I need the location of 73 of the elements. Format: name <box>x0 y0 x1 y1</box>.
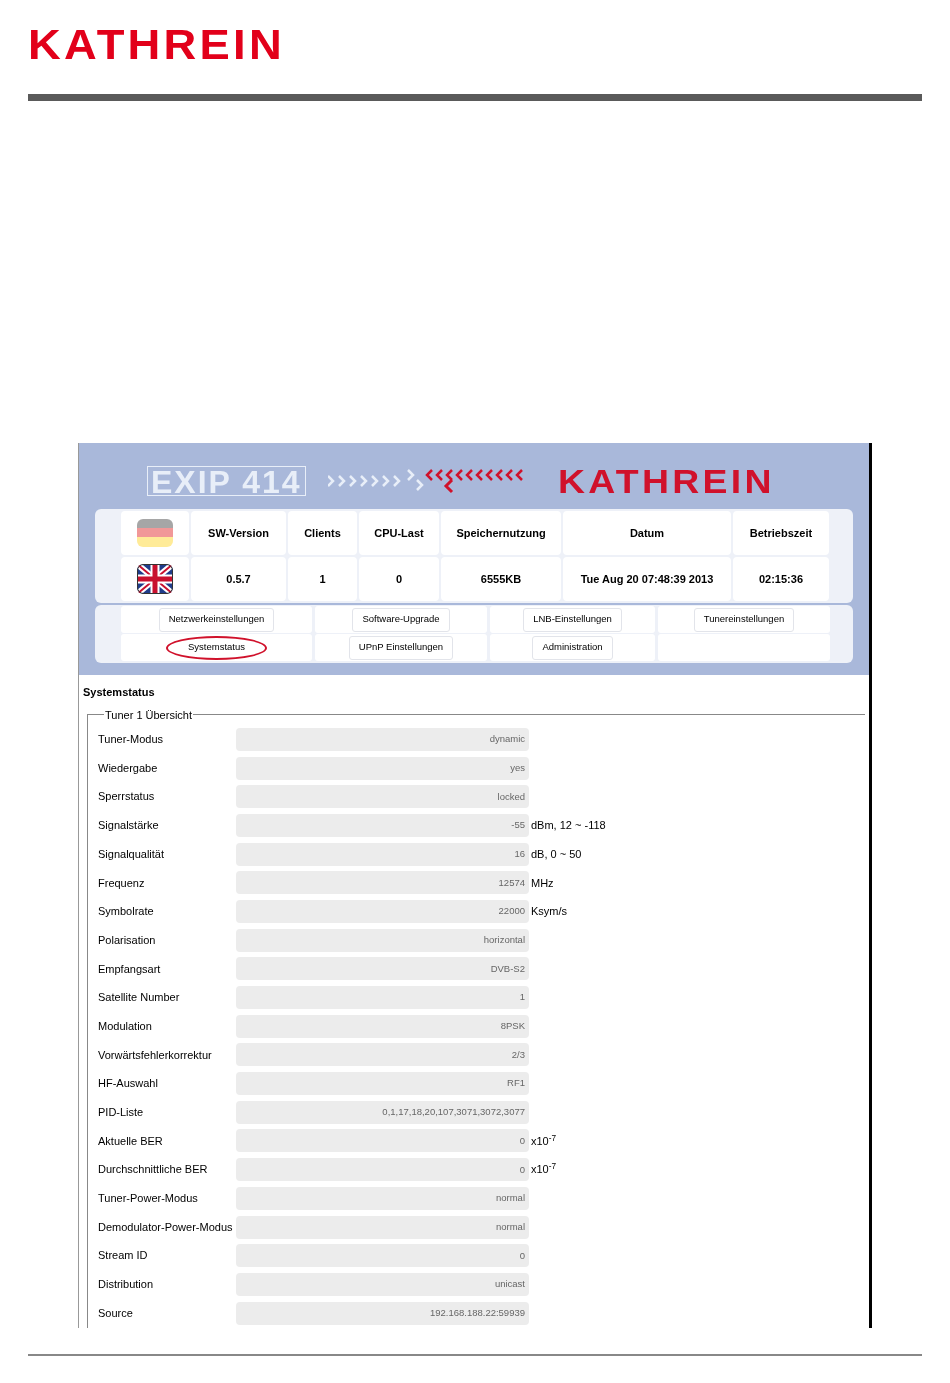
field-label: Polarisation <box>98 932 157 948</box>
value-field: 12574 <box>236 871 529 895</box>
table-cell: 02:15:36 <box>733 557 829 601</box>
field-label: Empfangsart <box>98 961 162 977</box>
value-field: 2/3 <box>236 1043 529 1067</box>
value-field: locked <box>236 785 529 809</box>
value-field: 0 <box>236 1129 529 1153</box>
field-label: Modulation <box>98 1018 153 1034</box>
column-header: Datum <box>563 511 731 555</box>
table-cell: 0.5.7 <box>191 557 286 601</box>
fieldset-legend: Tuner 1 Übersicht <box>104 706 194 723</box>
value-field: horizontal <box>236 928 529 952</box>
table-cell: Tue Aug 20 07:48:39 2013 <box>563 557 731 601</box>
field-label: Signalqualität <box>98 846 166 862</box>
nav-button[interactable]: Administration <box>532 635 613 660</box>
table-cell: 6555KB <box>441 557 561 601</box>
field-label: PID-Liste <box>98 1105 145 1121</box>
field-label: Aktuelle BER <box>98 1133 164 1149</box>
field-label: Source <box>98 1305 134 1321</box>
field-label: Satellite Number <box>98 990 181 1006</box>
brand-logo: KATHREIN <box>557 465 775 497</box>
unit-label: dB, 0 ~ 50 <box>531 846 582 862</box>
field-label: Tuner-Power-Modus <box>98 1191 199 1207</box>
nav-button[interactable]: UPnP Einstellungen <box>348 635 454 660</box>
field-label: Distribution <box>98 1277 155 1293</box>
uk-flag-icon[interactable] <box>137 564 173 594</box>
value-field: 16 <box>236 842 529 866</box>
nav-button[interactable]: Software-Upgrade <box>352 607 450 632</box>
field-label: Tuner-Modus <box>98 732 164 748</box>
value-field: 22000 <box>236 899 529 923</box>
unit-label: dBm, 12 ~ -118 <box>531 818 606 834</box>
field-label: Frequenz <box>98 875 146 891</box>
value-field: normal <box>236 1215 529 1239</box>
column-header: SW-Version <box>191 511 286 555</box>
unit-label: MHz <box>531 875 554 891</box>
field-label: Vorwärtsfehlerkorrektur <box>98 1047 213 1063</box>
unit-label: x10$^{-7}$ <box>531 1161 557 1178</box>
value-field: DVB-S2 <box>236 957 529 981</box>
nav-button[interactable]: Netzwerkeinstellungen <box>158 607 275 632</box>
field-label: HF-Auswahl <box>98 1076 159 1092</box>
field-label: Durchschnittliche BER <box>98 1162 209 1178</box>
column-header: Clients <box>288 511 357 555</box>
field-label: Symbolrate <box>98 904 155 920</box>
value-field: 0,1,17,18,20,107,3071,3072,3077 <box>236 1100 529 1124</box>
value-field: unicast <box>236 1272 529 1296</box>
field-label: Sperrstatus <box>98 789 156 805</box>
column-header: CPU-Last <box>359 511 439 555</box>
field-label: Wiedergabe <box>98 760 159 776</box>
value-field: 192.168.188.22:59939 <box>236 1301 529 1325</box>
value-field: RF1 <box>236 1072 529 1096</box>
brand-logo: KATHREIN <box>28 26 285 64</box>
value-field: normal <box>236 1186 529 1210</box>
value-field: -55 <box>236 813 529 837</box>
unit-label: Ksym/s <box>531 904 568 920</box>
nav-button[interactable]: Systemstatus <box>166 635 267 660</box>
table-cell: 0 <box>359 557 439 601</box>
value-field: 1 <box>236 986 529 1010</box>
unit-label: x10$^{-7}$ <box>531 1132 557 1149</box>
nav-button[interactable]: Tunereinstellungen <box>693 607 795 632</box>
field-label: Signalstärke <box>98 818 160 834</box>
section-title: Systemstatus <box>83 685 156 700</box>
column-header: Speichernutzung <box>441 511 561 555</box>
value-field: dynamic <box>236 727 529 751</box>
value-field: 0 <box>236 1158 529 1182</box>
field-label: Demodulator-Power-Modus <box>98 1219 234 1235</box>
table-cell: 1 <box>288 557 357 601</box>
column-header: Betriebszeit <box>733 511 829 555</box>
value-field: 8PSK <box>236 1014 529 1038</box>
product-logo: EXIP 414 <box>147 466 306 496</box>
value-field: 0 <box>236 1244 529 1268</box>
field-label: Stream ID <box>98 1248 149 1264</box>
nav-button[interactable]: LNB-Einstellungen <box>523 607 622 632</box>
value-field: yes <box>236 756 529 780</box>
